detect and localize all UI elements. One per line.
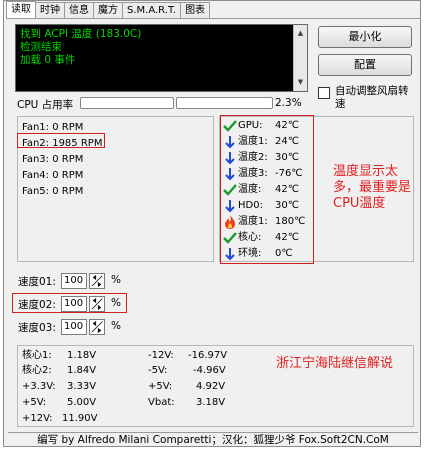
log-line: 加载 0 事件	[20, 54, 76, 66]
temp-row: GPU: 42℃	[222, 118, 312, 134]
temp-sensor-name: 温度2:	[238, 152, 268, 163]
temp-row: 温度1: 24℃	[222, 134, 312, 150]
voltage-label: -12V:	[148, 350, 174, 361]
voltage-value: 4.92V	[196, 381, 226, 392]
temp-sensor-value: 42℃	[275, 184, 299, 195]
cpu-usage-bar-1	[80, 97, 174, 109]
voltage-value: 1.84V	[67, 365, 97, 376]
minimize-button[interactable]: 最小化	[318, 26, 412, 48]
cpu-usage-label: CPU 占用率	[17, 99, 74, 111]
temp-row: 温度: 42℃	[222, 182, 312, 198]
voltage-value: 1.18V	[67, 350, 97, 361]
voltage-label: +5V:	[148, 381, 173, 392]
credits-footer: 编写 by Alfredo Milani Comparetti；汉化：狐狸少爷 …	[8, 432, 418, 447]
temp-row: 温度3: -76℃	[222, 166, 312, 182]
cpu-usage-bar-2	[176, 97, 273, 109]
temp-sensor-name: 温度1:	[238, 136, 268, 147]
speed-label: 速度01:	[18, 276, 56, 288]
temp-sensor-value: 30℃	[275, 152, 299, 163]
temp-sensor-name: 环境:	[238, 248, 262, 259]
temp-sensor-name: HD0:	[238, 200, 263, 211]
fan-row: Fan4: 0 RPM	[22, 170, 84, 181]
temp-sensor-value: 42℃	[275, 232, 299, 243]
tab-smart[interactable]: S.M.A.R.T.	[122, 2, 182, 18]
auto-fan-label: 自动调整风扇转速	[335, 85, 409, 110]
temp-sensor-value: 30℃	[275, 200, 299, 211]
tab-bar: 读取 时钟 信息 魔方 S.M.A.R.T. 图表	[6, 1, 211, 19]
spinner-icon[interactable]	[89, 296, 105, 312]
author-note: 浙江宁海陆继信解说	[276, 356, 394, 371]
temp-sensor-name: 温度3:	[238, 168, 268, 179]
percent-sign: %	[111, 274, 121, 286]
tab-info[interactable]: 信息	[64, 2, 94, 18]
temp-sensor-value: -76℃	[275, 168, 303, 179]
checkbox-box[interactable]	[318, 87, 330, 99]
arrow-down-icon	[225, 136, 235, 149]
temp-sensor-value: 0℃	[275, 248, 293, 259]
voltage-label: +3.3V:	[22, 381, 56, 392]
temp-row: 温度2: 30℃	[222, 150, 312, 166]
config-button[interactable]: 配置	[318, 54, 412, 76]
check-icon	[223, 120, 237, 132]
temp-sensor-value: 24℃	[275, 136, 299, 147]
spinner-icon[interactable]	[89, 273, 105, 289]
temp-row: 温度1: 180℃	[222, 214, 312, 230]
temp-row: HD0: 30℃	[222, 198, 312, 214]
voltage-value: 3.18V	[196, 397, 226, 408]
log-scrollbar[interactable]: ▲ ▼	[293, 25, 307, 91]
voltage-value: 3.33V	[67, 381, 97, 392]
voltage-value: -4.96V	[193, 365, 226, 376]
speed-input[interactable]: 100	[61, 319, 87, 335]
cpu-usage-value: 2.3%	[275, 97, 302, 109]
speed-input[interactable]: 100	[61, 296, 87, 312]
check-icon	[223, 232, 237, 244]
voltage-value: 5.00V	[67, 397, 97, 408]
voltage-value: -16.97V	[188, 350, 228, 361]
scroll-down-icon[interactable]: ▼	[294, 76, 307, 89]
voltage-label: 核心1:	[22, 350, 52, 361]
fan-row: Fan5: 0 RPM	[22, 186, 84, 197]
speed-label: 速度03:	[18, 322, 56, 334]
percent-sign: %	[111, 320, 121, 332]
tab-read[interactable]: 读取	[6, 1, 36, 19]
voltage-value: 11.90V	[62, 413, 98, 424]
tab-magic[interactable]: 魔方	[93, 2, 123, 18]
spinner-icon[interactable]	[89, 319, 105, 335]
percent-sign: %	[111, 297, 121, 309]
tab-charts[interactable]: 图表	[180, 2, 211, 18]
fan2-highlight	[17, 133, 105, 148]
voltage-label: +5V:	[22, 397, 47, 408]
arrow-down-icon	[225, 152, 235, 165]
scroll-up-icon[interactable]: ▲	[294, 27, 307, 40]
voltage-label: -5V:	[148, 365, 168, 376]
speed-input[interactable]: 100	[61, 273, 87, 289]
arrow-down-icon	[225, 248, 235, 261]
tab-divider	[6, 18, 420, 19]
speed-label: 速度02:	[18, 299, 56, 311]
log-line: 检测结束	[20, 41, 62, 53]
temperature-note: 温度显示太多，最重要是CPU温度	[333, 164, 412, 211]
voltage-label: 核心2:	[22, 365, 52, 376]
temp-sensor-name: GPU:	[238, 120, 263, 131]
temp-sensor-name: 核心:	[238, 232, 262, 243]
check-icon	[223, 184, 237, 196]
arrow-down-icon	[225, 168, 235, 181]
temp-sensor-name: 温度:	[238, 184, 262, 195]
tab-clock[interactable]: 时钟	[35, 2, 65, 18]
arrow-down-icon	[225, 200, 235, 213]
flame-icon	[225, 215, 235, 229]
log-panel[interactable]: 找到 ACPI 温度 (183.0C) 检测结束 加载 0 事件 ▲ ▼	[15, 24, 308, 92]
temp-row: 核心: 42℃	[222, 230, 312, 246]
log-line: 找到 ACPI 温度 (183.0C)	[20, 28, 142, 40]
temp-sensor-value: 42℃	[275, 120, 299, 131]
voltage-label: +12V:	[22, 413, 53, 424]
temp-sensor-value: 180℃	[275, 216, 306, 227]
fan-row: Fan3: 0 RPM	[22, 154, 84, 165]
voltage-label: Vbat:	[148, 397, 175, 408]
temp-row: 环境: 0℃	[222, 246, 312, 262]
temp-sensor-name: 温度1:	[238, 216, 268, 227]
